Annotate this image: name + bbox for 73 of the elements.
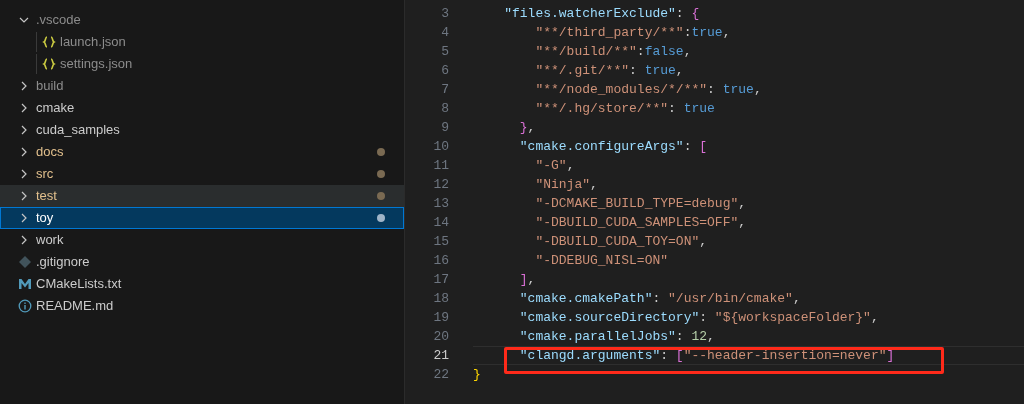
code-line: } <box>473 365 482 384</box>
folder-name: .vscode <box>36 11 82 30</box>
file-item[interactable]: launch.json <box>0 31 404 53</box>
file-item[interactable]: .gitignore <box>0 251 404 273</box>
line-number: 5 <box>440 42 449 61</box>
line-number: 21 <box>432 346 449 365</box>
code-line: "files.watcherExclude": { <box>503 4 701 23</box>
folder-item[interactable]: toy <box>0 207 404 229</box>
folder-name: work <box>36 231 65 250</box>
curly-braces-icon <box>42 35 56 49</box>
code-line: "**/.git/**": true, <box>534 61 685 80</box>
code-line: "**/node_modules/*/**": true, <box>534 80 763 99</box>
folder-name: toy <box>36 209 55 228</box>
code-line: }, <box>518 118 537 137</box>
code-line: "**/build/**":false, <box>534 42 693 61</box>
code-line: "-G", <box>534 156 576 175</box>
diamond-icon <box>18 255 32 269</box>
code-line: ], <box>518 270 537 289</box>
info-icon <box>18 299 32 313</box>
code-line: "**/.hg/store/**": true <box>534 99 716 118</box>
line-number: 10 <box>432 137 449 156</box>
folder-name: docs <box>36 143 65 162</box>
curly-braces-icon <box>42 57 56 71</box>
file-name: README.md <box>36 297 115 316</box>
folder-item[interactable]: cmake <box>0 97 404 119</box>
folder-name: src <box>36 165 55 184</box>
folder-item[interactable]: build <box>0 75 404 97</box>
file-item[interactable]: README.md <box>0 295 404 317</box>
code-line: "-DBUILD_CUDA_TOY=ON", <box>534 232 709 251</box>
code-line: "cmake.configureArgs": [ <box>518 137 709 156</box>
folder-item[interactable]: .vscode <box>0 9 404 31</box>
file-name: launch.json <box>60 33 127 52</box>
folder-name: test <box>36 187 58 206</box>
line-number: 17 <box>432 270 449 289</box>
code-line: "-DBUILD_CUDA_SAMPLES=OFF", <box>534 213 748 232</box>
line-number: 15 <box>432 232 449 251</box>
code-line: "Ninja", <box>534 175 599 194</box>
line-number: 13 <box>432 194 449 213</box>
line-number: 3 <box>440 4 449 23</box>
folder-name: cuda_samples <box>36 121 121 140</box>
folder-item[interactable]: docs <box>0 141 404 163</box>
code-line: "cmake.cmakePath": "/usr/bin/cmake", <box>518 289 802 308</box>
line-number: 9 <box>440 118 449 137</box>
line-number: 14 <box>432 213 449 232</box>
folder-name: build <box>36 77 65 96</box>
line-number: 11 <box>432 156 449 175</box>
file-name: settings.json <box>60 55 134 74</box>
file-item[interactable]: CMakeLists.txt <box>0 273 404 295</box>
folder-item[interactable]: work <box>0 229 404 251</box>
folder-item[interactable]: test <box>0 185 404 207</box>
file-item[interactable]: settings.json <box>0 53 404 75</box>
folder-name: cmake <box>36 99 76 118</box>
line-number: 16 <box>432 251 449 270</box>
code-line: "clangd.arguments": ["--header-insertion=never"] <box>473 346 1024 365</box>
line-number: 7 <box>440 80 449 99</box>
line-number: 4 <box>440 23 449 42</box>
code-line: "-DCMAKE_BUILD_TYPE=debug", <box>534 194 748 213</box>
file-name: CMakeLists.txt <box>36 275 123 294</box>
line-number: 8 <box>440 99 449 118</box>
code-line: "cmake.parallelJobs": 12, <box>518 327 716 346</box>
code-line: "**/third_party/**":true, <box>534 23 732 42</box>
folder-item[interactable]: cuda_samples <box>0 119 404 141</box>
code-line: "cmake.sourceDirectory": "${workspaceFolder}", <box>518 308 880 327</box>
line-number: 19 <box>432 308 449 327</box>
line-number: 12 <box>432 175 449 194</box>
line-number: 20 <box>432 327 449 346</box>
folder-item[interactable]: src <box>0 163 404 185</box>
line-number: 18 <box>432 289 449 308</box>
line-number: 22 <box>432 365 449 384</box>
line-number: 6 <box>440 61 449 80</box>
code-line: "-DDEBUG_NISL=ON" <box>534 251 670 270</box>
markdown-m-icon <box>18 277 32 291</box>
file-name: .gitignore <box>36 253 91 272</box>
